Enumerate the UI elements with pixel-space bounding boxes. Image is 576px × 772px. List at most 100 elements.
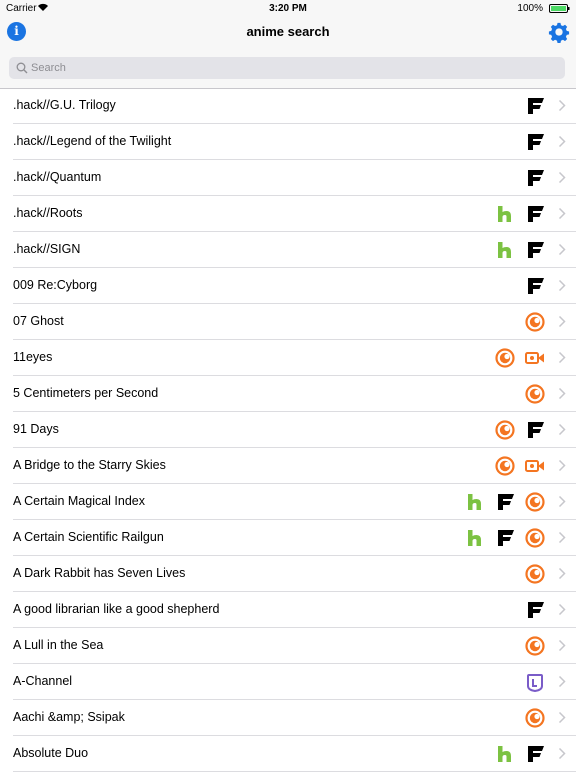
chevron-right-icon bbox=[558, 675, 566, 688]
list-item-title: A Certain Magical Index bbox=[13, 494, 146, 508]
chevron-right-icon bbox=[558, 315, 566, 328]
list-item-title: .hack//Legend of the Twilight bbox=[13, 134, 172, 148]
hulu-icon bbox=[468, 530, 481, 546]
hulu-icon bbox=[498, 206, 511, 222]
list-item[interactable]: Absolute Duo bbox=[13, 736, 576, 772]
list-item-title: .hack//Quantum bbox=[13, 170, 102, 184]
service-icons bbox=[494, 419, 546, 441]
funimation-icon bbox=[528, 170, 544, 186]
list-item-title: A Certain Scientific Railgun bbox=[13, 530, 164, 544]
list-item[interactable]: A Dark Rabbit has Seven Lives bbox=[13, 556, 576, 592]
list-item-title: .hack//Roots bbox=[13, 206, 83, 220]
funimation-icon bbox=[528, 206, 544, 222]
list-item[interactable]: Aachi &amp; Ssipak bbox=[13, 700, 576, 736]
chevron-right-icon bbox=[558, 747, 566, 760]
search-input[interactable] bbox=[31, 57, 551, 79]
crunchyroll-icon bbox=[525, 636, 545, 656]
list-item-title: A Lull in the Sea bbox=[13, 638, 104, 652]
chevron-right-icon bbox=[558, 459, 566, 472]
video-icon bbox=[525, 352, 544, 364]
list-item-title: Aachi &amp; Ssipak bbox=[13, 710, 125, 724]
status-time: 3:20 PM bbox=[269, 3, 307, 14]
chevron-right-icon bbox=[558, 351, 566, 364]
chevron-right-icon bbox=[558, 495, 566, 508]
funimation-icon bbox=[528, 98, 544, 114]
chevron-right-icon bbox=[558, 243, 566, 256]
list-item[interactable]: 11eyes bbox=[13, 340, 576, 376]
chevron-right-icon bbox=[558, 531, 566, 544]
crunchyroll-icon bbox=[495, 456, 515, 476]
crunchyroll-icon bbox=[525, 384, 545, 404]
search-bar-area bbox=[0, 52, 576, 89]
battery-percent: 100% bbox=[517, 3, 543, 14]
service-icons bbox=[524, 95, 546, 117]
service-icons bbox=[494, 743, 546, 765]
service-icons bbox=[494, 239, 546, 261]
list-item[interactable]: 91 Days bbox=[13, 412, 576, 448]
service-icons bbox=[524, 635, 546, 657]
crunchyroll-icon bbox=[495, 420, 515, 440]
funimation-icon bbox=[528, 134, 544, 150]
chevron-right-icon bbox=[558, 639, 566, 652]
hulu-icon bbox=[498, 242, 511, 258]
service-icons bbox=[464, 491, 546, 513]
service-icons bbox=[524, 563, 546, 585]
list-item[interactable]: .hack//SIGN bbox=[13, 232, 576, 268]
chevron-right-icon bbox=[558, 567, 566, 580]
list-item-title: A-Channel bbox=[13, 674, 73, 688]
chevron-right-icon bbox=[558, 171, 566, 184]
list-item[interactable]: .hack//Roots bbox=[13, 196, 576, 232]
anime-list: .hack//G.U. Trilogy .hack//Legend of the … bbox=[0, 88, 576, 772]
funimation-icon bbox=[498, 494, 514, 510]
list-item-title: 07 Ghost bbox=[13, 314, 64, 328]
service-icons bbox=[524, 311, 546, 333]
page-title: anime search bbox=[246, 24, 330, 39]
crunchyroll-icon bbox=[525, 312, 545, 332]
list-item[interactable]: A Lull in the Sea bbox=[13, 628, 576, 664]
crunchyroll-icon bbox=[525, 564, 545, 584]
chevron-right-icon bbox=[558, 207, 566, 220]
service-icons bbox=[524, 131, 546, 153]
search-icon bbox=[16, 62, 28, 74]
chevron-right-icon bbox=[558, 135, 566, 148]
list-item-title: A Dark Rabbit has Seven Lives bbox=[13, 566, 186, 580]
chevron-right-icon bbox=[558, 711, 566, 724]
list-item-title: 11eyes bbox=[13, 350, 53, 364]
list-item[interactable]: 009 Re:Cyborg bbox=[13, 268, 576, 304]
list-item[interactable]: .hack//Legend of the Twilight bbox=[13, 124, 576, 160]
list-item-title: 5 Centimeters per Second bbox=[13, 386, 159, 400]
funimation-icon bbox=[498, 530, 514, 546]
list-item[interactable]: A good librarian like a good shepherd bbox=[13, 592, 576, 628]
chevron-right-icon bbox=[558, 603, 566, 616]
service-icons bbox=[524, 275, 546, 297]
list-item-title: A good librarian like a good shepherd bbox=[13, 602, 220, 616]
search-field[interactable] bbox=[9, 57, 565, 79]
battery-icon bbox=[549, 4, 570, 13]
list-item[interactable]: A Certain Scientific Railgun bbox=[13, 520, 576, 556]
list-item-title: .hack//SIGN bbox=[13, 242, 81, 256]
list-item[interactable]: 5 Centimeters per Second bbox=[13, 376, 576, 412]
funimation-icon bbox=[528, 746, 544, 762]
list-item[interactable]: A Certain Magical Index bbox=[13, 484, 576, 520]
service-icons bbox=[464, 527, 546, 549]
funimation-icon bbox=[528, 278, 544, 294]
service-icons bbox=[524, 707, 546, 729]
service-icons bbox=[524, 599, 546, 621]
list-item[interactable]: .hack//Quantum bbox=[13, 160, 576, 196]
gear-icon[interactable] bbox=[548, 21, 570, 43]
list-item[interactable]: A-Channel bbox=[13, 664, 576, 700]
funimation-icon bbox=[528, 602, 544, 618]
funimation-icon bbox=[528, 242, 544, 258]
crunchyroll-icon bbox=[495, 348, 515, 368]
list-item[interactable]: A Bridge to the Starry Skies bbox=[13, 448, 576, 484]
list-item[interactable]: .hack//G.U. Trilogy bbox=[13, 88, 576, 124]
crunchyroll-icon bbox=[525, 528, 545, 548]
hulu-icon bbox=[468, 494, 481, 510]
chevron-right-icon bbox=[558, 423, 566, 436]
service-icons bbox=[524, 167, 546, 189]
video-icon bbox=[525, 460, 544, 472]
list-item-title: .hack//G.U. Trilogy bbox=[13, 98, 116, 112]
navigation-bar: i anime search bbox=[0, 18, 576, 52]
list-item[interactable]: 07 Ghost bbox=[13, 304, 576, 340]
hulu-icon bbox=[498, 746, 511, 762]
